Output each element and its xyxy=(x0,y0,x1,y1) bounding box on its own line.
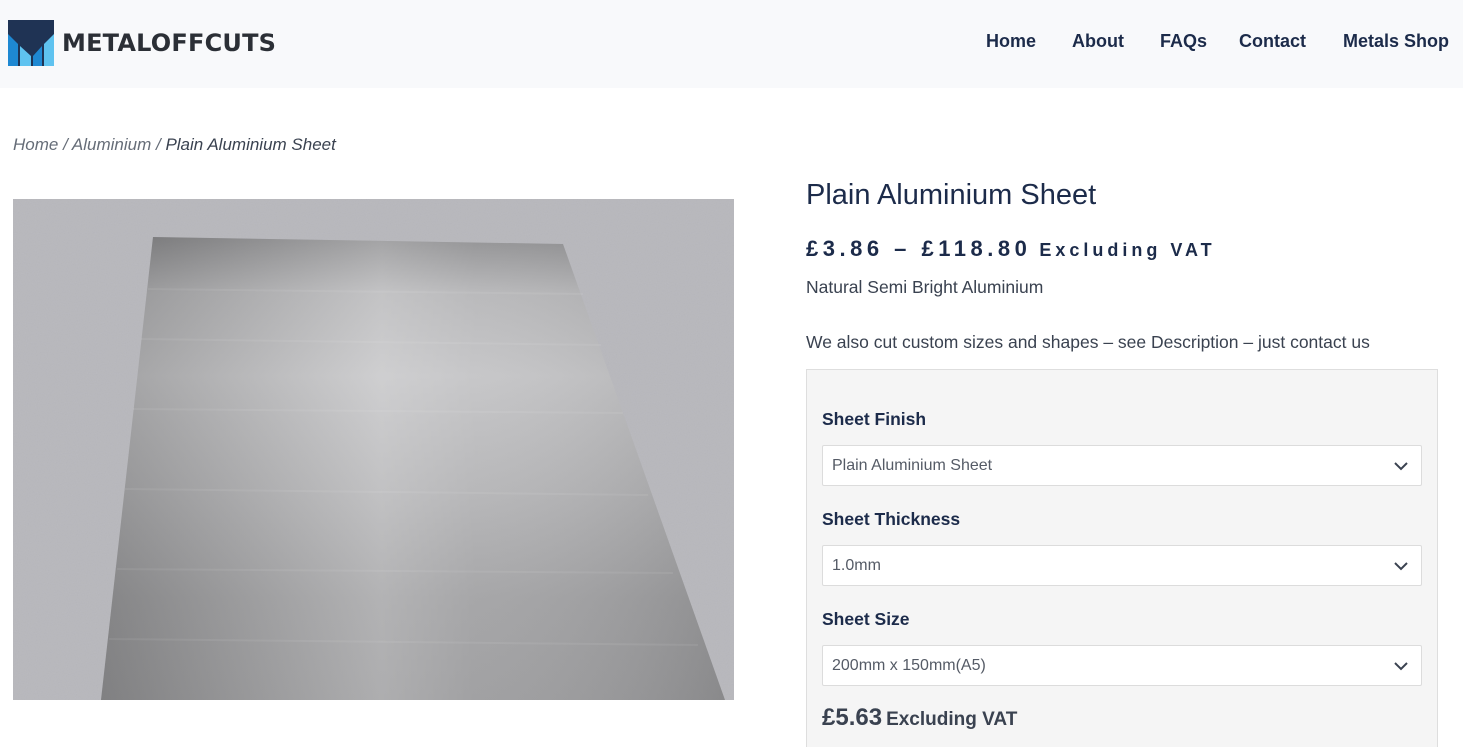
chevron-down-icon xyxy=(1394,662,1408,671)
nav-home[interactable]: Home xyxy=(986,31,1036,52)
variation-price: £5.63 Excluding VAT xyxy=(822,704,1017,732)
site-header: METALOFFCUTS Home About FAQs Contact Met… xyxy=(0,0,1463,88)
aluminium-sheet-photo-icon xyxy=(13,199,734,700)
sheet-thickness-select[interactable]: 1.0mm xyxy=(822,545,1422,586)
nav-faqs[interactable]: FAQs xyxy=(1160,31,1207,52)
product-title: Plain Aluminium Sheet xyxy=(806,179,1097,211)
price-range: £3.86 – £118.80 Excluding VAT xyxy=(806,236,1216,262)
breadcrumb-current: Plain Aluminium Sheet xyxy=(165,135,336,154)
price-suffix: Excluding VAT xyxy=(1039,240,1216,260)
nav-contact[interactable]: Contact xyxy=(1239,31,1306,52)
sheet-size-select[interactable]: 200mm x 150mm(A5) xyxy=(822,645,1422,686)
breadcrumb-separator: / xyxy=(151,135,166,154)
chevron-down-icon xyxy=(1394,562,1408,571)
breadcrumb-aluminium[interactable]: Aluminium xyxy=(72,135,151,154)
variation-price-amount: £5.63 xyxy=(822,704,883,731)
sheet-size-label: Sheet Size xyxy=(822,609,910,629)
variations-form: Sheet Finish Plain Aluminium Sheet Sheet… xyxy=(806,369,1438,747)
sheet-finish-select[interactable]: Plain Aluminium Sheet xyxy=(822,445,1422,486)
sheet-thickness-label: Sheet Thickness xyxy=(822,509,961,529)
breadcrumb-separator: / xyxy=(58,135,72,154)
sheet-finish-label: Sheet Finish xyxy=(822,409,927,429)
variation-price-suffix: Excluding VAT xyxy=(886,709,1018,730)
sheet-size-value: 200mm x 150mm(A5) xyxy=(832,657,986,674)
nav-about[interactable]: About xyxy=(1072,31,1124,52)
sheet-finish-value: Plain Aluminium Sheet xyxy=(832,457,993,474)
custom-sizes-note: We also cut custom sizes and shapes – se… xyxy=(806,332,1370,352)
price-range-amount: £3.86 – £118.80 xyxy=(806,236,1032,261)
breadcrumb: Home / Aluminium / Plain Aluminium Sheet xyxy=(13,135,336,155)
nav-metals-shop[interactable]: Metals Shop xyxy=(1343,31,1449,52)
main-nav: Home About FAQs Contact Metals Shop xyxy=(0,31,1463,57)
breadcrumb-home[interactable]: Home xyxy=(13,135,58,154)
chevron-down-icon xyxy=(1394,462,1408,471)
product-image[interactable] xyxy=(13,199,734,700)
short-description: Natural Semi Bright Aluminium xyxy=(806,277,1044,297)
sheet-thickness-value: 1.0mm xyxy=(832,557,881,574)
